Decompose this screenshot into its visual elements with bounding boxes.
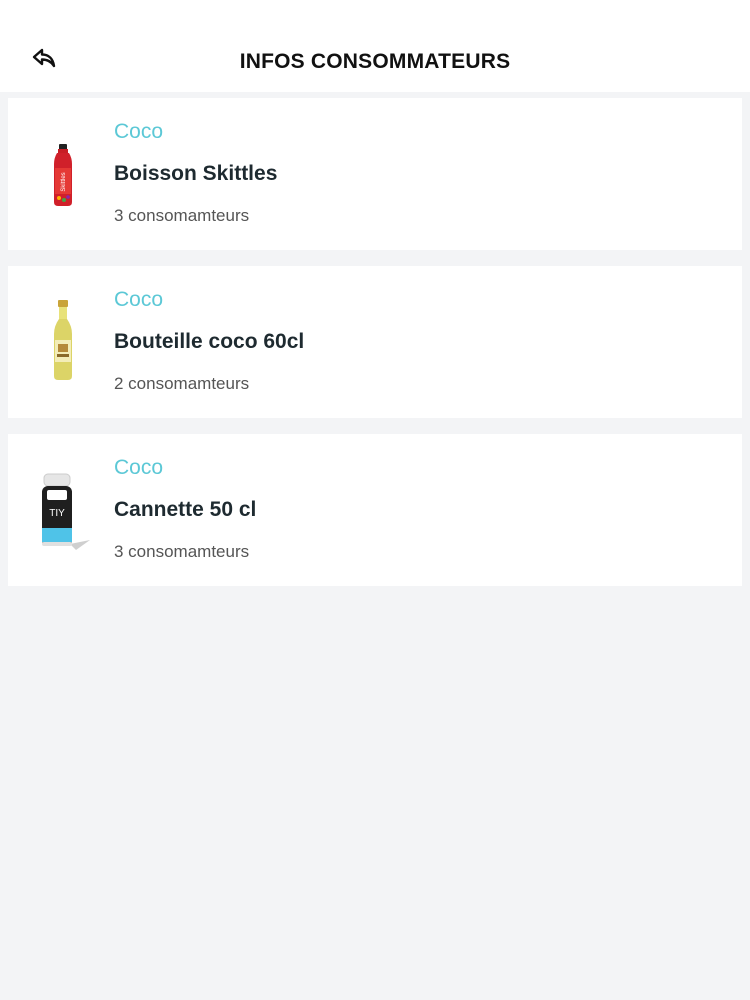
- consumer-count: 2 consomamteurs: [114, 374, 250, 393]
- product-name: Boisson Skittles: [114, 162, 278, 185]
- product-list: Skittles Coco Boisson Skittles 3 consoma…: [8, 98, 742, 602]
- svg-text:TIY: TIY: [49, 508, 65, 519]
- product-brand: Coco: [114, 120, 164, 143]
- product-name: Cannette 50 cl: [114, 498, 257, 521]
- product-card[interactable]: Skittles Coco Boisson Skittles 3 consoma…: [8, 98, 742, 250]
- product-card[interactable]: TIY Coco Cannette 50 cl 3 consomamteurs: [8, 434, 742, 586]
- consumer-count: 3 consomamteurs: [114, 542, 250, 561]
- coco-bottle-image: [30, 290, 96, 394]
- product-name: Bouteille coco 60cl: [114, 330, 305, 353]
- can-drink-image: TIY: [30, 458, 96, 562]
- svg-text:Skittles: Skittles: [61, 172, 67, 191]
- product-brand: Coco: [114, 456, 164, 479]
- skittles-bottle-image: Skittles: [30, 122, 96, 226]
- app-header: INFOS CONSOMMATEURS: [0, 0, 750, 92]
- page-title: INFOS CONSOMMATEURS: [239, 50, 511, 73]
- product-card[interactable]: Coco Bouteille coco 60cl 2 consomamteurs: [8, 266, 742, 418]
- consumer-count: 3 consomamteurs: [114, 206, 250, 225]
- product-brand: Coco: [114, 288, 164, 311]
